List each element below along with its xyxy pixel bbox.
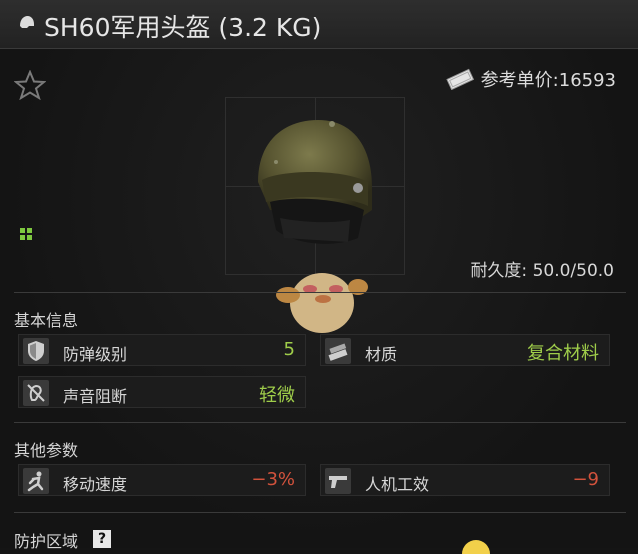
divider: [14, 292, 626, 293]
divider: [14, 512, 626, 513]
ergonomics-icon: [325, 468, 351, 494]
stat-movement-speed: 移动速度 −3%: [18, 464, 306, 496]
price-info: 参考单价:16593: [445, 66, 616, 92]
money-icon: [446, 68, 474, 90]
reference-price: 参考单价:16593: [480, 70, 616, 91]
help-icon[interactable]: ?: [93, 530, 111, 548]
star-icon[interactable]: [14, 70, 46, 100]
title-bar: SH60军用头盔 (3.2 KG): [0, 0, 638, 49]
section-title-basic: 基本信息: [14, 311, 79, 330]
movement-speed-icon: [23, 468, 49, 494]
stat-sound-block: 声音阻断 轻微: [18, 376, 306, 408]
armor-class-icon: [23, 338, 49, 364]
grid-icon: [20, 228, 32, 240]
item-title: SH60军用头盔 (3.2 KG): [44, 13, 322, 42]
section-title-other: 其他参数: [14, 441, 79, 460]
sound-block-icon: [23, 380, 49, 406]
helmet-icon: [20, 16, 34, 28]
stat-ergonomics: 人机工效 −9: [320, 464, 610, 496]
helmet-image: [258, 120, 372, 244]
section-title-protection: 防护区域: [14, 532, 79, 551]
stat-material: 材质 复合材料: [320, 334, 610, 366]
divider: [14, 422, 626, 423]
mascot-image: [276, 273, 368, 333]
stat-armor-class: 防弹级别 5: [18, 334, 306, 366]
material-icon: [325, 338, 351, 364]
durability: 耐久度: 50.0/50.0: [470, 261, 614, 281]
